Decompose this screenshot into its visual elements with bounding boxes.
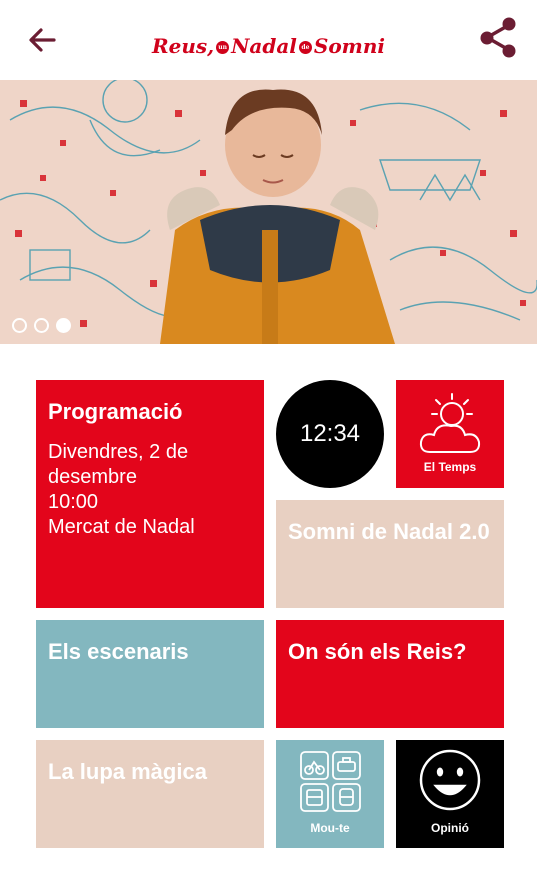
carousel-indicators (12, 318, 71, 333)
tile-escenaris-title: Els escenaris (48, 639, 189, 664)
taxi-icon (332, 751, 361, 780)
tile-la-lupa-magica[interactable]: La lupa màgica (36, 740, 264, 848)
programacio-event: Mercat de Nadal (48, 516, 195, 538)
tile-somni-de-nadal[interactable]: Somni de Nadal 2.0 (276, 500, 504, 608)
app-header: Reus, un Nadal de Somni (0, 0, 537, 80)
mou-te-label: Mou-te (310, 821, 350, 835)
banner-illustration (0, 80, 537, 344)
tile-opinio[interactable]: Opinió (396, 740, 504, 848)
tile-mou-te[interactable]: Mou-te (276, 740, 384, 848)
clock-time: 12:34 (299, 420, 361, 447)
tile-somni-title: Somni de Nadal 2.0 (288, 519, 490, 544)
tile-lupa-title: La lupa màgica (48, 759, 207, 784)
logo-text-de: de (298, 41, 312, 54)
tile-on-son-els-reis[interactable]: On són els Reis? (276, 620, 504, 728)
programacio-time: 10:00 (48, 491, 99, 513)
tile-el-temps[interactable]: El Temps (396, 380, 504, 488)
tile-reis-title: On són els Reis? (288, 639, 467, 664)
clock-tile[interactable]: 12:34 (276, 380, 384, 488)
share-icon[interactable] (474, 14, 522, 62)
app-logo: Reus, un Nadal de Somni (0, 34, 537, 58)
bike-icon (300, 751, 329, 780)
logo-text-reus: Reus, (152, 34, 215, 58)
carousel-dot-3[interactable] (56, 318, 71, 333)
opinio-label: Opinió (431, 821, 469, 835)
tile-programacio[interactable]: Programació Divendres, 2 de desembre 10:… (36, 380, 264, 608)
el-temps-label: El Temps (423, 460, 477, 474)
logo-text-un: un (216, 41, 230, 54)
programacio-date: Divendres, 2 de desembre (48, 441, 189, 488)
tile-programacio-body: Divendres, 2 de desembre 10:00 Mercat de… (48, 440, 254, 540)
logo-text-nadal: Nadal (231, 34, 297, 58)
carousel-dot-2[interactable] (34, 318, 49, 333)
carousel-dot-1[interactable] (12, 318, 27, 333)
hero-banner[interactable] (0, 80, 537, 344)
tile-els-escenaris[interactable]: Els escenaris (36, 620, 264, 728)
logo-text-somni: Somni (313, 34, 385, 58)
tile-programacio-title: Programació (48, 399, 183, 424)
